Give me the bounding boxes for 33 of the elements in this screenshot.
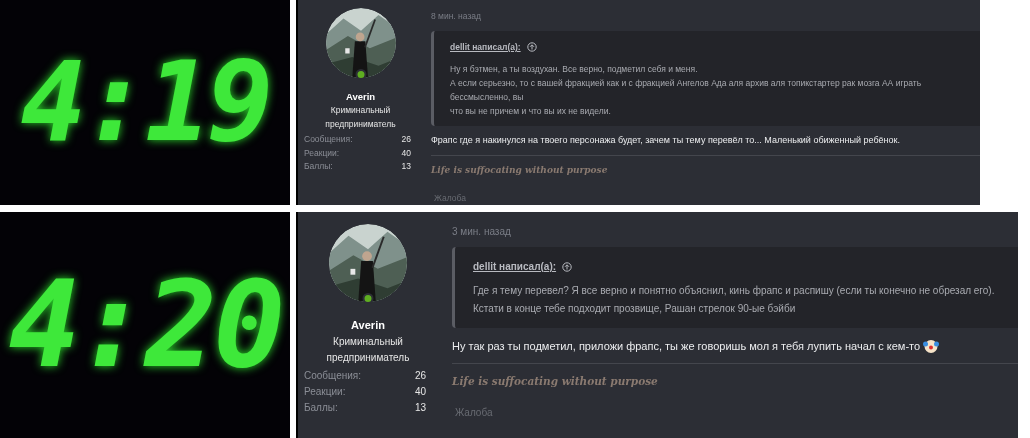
clock-time: 4:19 bbox=[20, 37, 270, 168]
message-text: Фрапс где я накинулся на твоего персонажа будет, зачем ты тему перевёл то... Маленький обиженный ребёнок. bbox=[431, 133, 900, 147]
stat-label: Сообщения: bbox=[304, 368, 362, 383]
signature-text: Life is suffocating without purpose bbox=[452, 374, 658, 387]
quote-text: Кстати в конце тебе подходит прозвище, Рашан стрелок 90-ые бэйби bbox=[473, 302, 797, 316]
username-link[interactable]: Averin bbox=[345, 90, 376, 105]
go-to-post-icon[interactable] bbox=[562, 261, 573, 272]
stat-label: Баллы: bbox=[304, 160, 333, 174]
stat-value: 26 bbox=[414, 368, 426, 383]
stat-value: 40 bbox=[401, 146, 411, 160]
go-to-post-icon[interactable] bbox=[526, 42, 537, 53]
stat-value: 26 bbox=[401, 133, 411, 147]
user-title: Криминальный предприниматель bbox=[325, 334, 411, 365]
quote-author-link[interactable]: dellit написал(а): bbox=[473, 259, 557, 274]
quote-text: что вы не причем и что вы их не видели. bbox=[450, 104, 612, 118]
username-link[interactable]: Averin bbox=[351, 317, 385, 334]
clown-icon bbox=[923, 338, 940, 355]
quote-text: Ну я бэтмен, а ты воздухан. Все верно, подметил себя и меня. bbox=[450, 62, 699, 76]
quote-author-link[interactable]: dellit написал(а): bbox=[450, 40, 521, 54]
stat-value: 13 bbox=[401, 160, 411, 174]
stat-value: 40 bbox=[414, 384, 426, 399]
stat-label: Баллы: bbox=[304, 400, 338, 415]
online-badge-icon bbox=[362, 293, 374, 304]
stat-label: Реакции: bbox=[304, 384, 346, 399]
stat-label: Сообщения: bbox=[304, 133, 353, 147]
online-badge-icon bbox=[355, 69, 366, 80]
signature-text: Life is suffocating without purpose bbox=[431, 165, 608, 175]
quote-text: Где я тему перевел? Я все верно и понятно объяснил, кинь фрапс и распишу (если ты конечно не обрезал его). bbox=[473, 284, 996, 298]
message-text: Ну так раз ты подметил, приложи фрапс, ты же говоришь мол я тебя лупить начал с кем-то bbox=[452, 339, 921, 354]
stat-label: Реакции: bbox=[304, 146, 340, 160]
stat-value: 13 bbox=[414, 400, 426, 415]
user-title: Криминальный предприниматель bbox=[324, 104, 397, 131]
clock-time: 4:20 bbox=[8, 254, 282, 396]
